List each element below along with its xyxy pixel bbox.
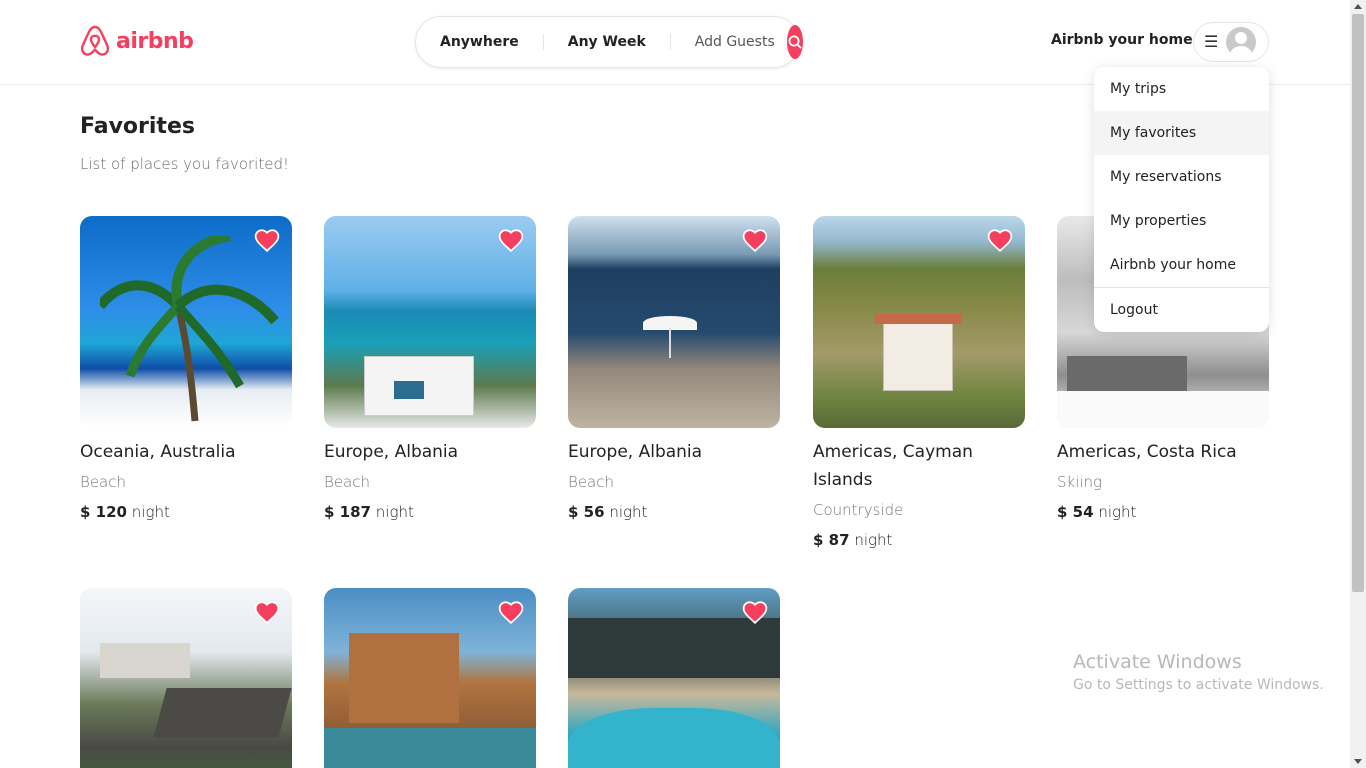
- price-value: $ 56: [568, 503, 605, 521]
- listing-image[interactable]: [324, 216, 536, 428]
- favorite-heart-icon[interactable]: [254, 228, 280, 252]
- listing-price: $ 56 night: [568, 500, 780, 524]
- logo-text: airbnb: [116, 28, 194, 54]
- price-value: $ 187: [324, 503, 371, 521]
- favorite-heart-icon[interactable]: [254, 600, 280, 624]
- listing-category: Beach: [568, 473, 614, 491]
- user-dropdown-menu: My trips My favorites My reservations My…: [1094, 67, 1269, 332]
- logo[interactable]: airbnb: [80, 25, 194, 57]
- menu-item-logout[interactable]: Logout: [1094, 288, 1269, 332]
- favorite-heart-icon[interactable]: [987, 228, 1013, 252]
- listing-card[interactable]: Europe, Albania Beach $ 56 night: [568, 216, 780, 524]
- house-roof: [875, 314, 961, 324]
- menu-item-my-properties[interactable]: My properties: [1094, 199, 1269, 243]
- favorite-heart-icon[interactable]: [742, 228, 768, 252]
- listing-card[interactable]: Americas, Cayman Islands Countryside $ 8…: [813, 216, 1025, 552]
- listing-image[interactable]: [80, 588, 292, 768]
- listing-card[interactable]: Europe, Albania Beach $ 187 night: [324, 216, 536, 524]
- scroll-down-icon[interactable]: [1354, 759, 1362, 764]
- price-unit: night: [854, 531, 893, 549]
- listing-image[interactable]: [568, 216, 780, 428]
- user-menu-button[interactable]: ☰: [1193, 22, 1269, 62]
- price-unit: night: [609, 503, 648, 521]
- pool-shape: [324, 728, 536, 768]
- house-shape: [883, 321, 953, 391]
- listing-location: Oceania, Australia: [80, 442, 236, 462]
- windows-activation-watermark: Activate Windows Go to Settings to activ…: [1073, 651, 1324, 693]
- listing-card[interactable]: [568, 588, 780, 768]
- price-value: $ 120: [80, 503, 127, 521]
- listing-image[interactable]: [80, 216, 292, 428]
- menu-item-my-reservations[interactable]: My reservations: [1094, 155, 1269, 199]
- listing-location: Europe, Albania: [568, 442, 703, 462]
- villa-glass-shape: [568, 618, 780, 678]
- listing-price: $ 87 night: [813, 528, 1025, 552]
- search-dates[interactable]: Any Week: [542, 34, 671, 50]
- page-title: Favorites: [80, 114, 195, 139]
- castle-shape: [100, 643, 190, 678]
- listing-price: $ 54 night: [1057, 500, 1269, 524]
- listing-price: $ 120 night: [80, 500, 292, 524]
- watermark-subtitle: Go to Settings to activate Windows.: [1073, 677, 1324, 693]
- listing-image[interactable]: [813, 216, 1025, 428]
- palm-tree-illustration: [100, 236, 279, 422]
- listing-card[interactable]: [80, 588, 292, 768]
- cabin-shape: [1067, 356, 1187, 396]
- listing-category: Countryside: [813, 501, 904, 519]
- menu-item-my-favorites[interactable]: My favorites: [1094, 111, 1269, 155]
- listing-location: Americas, Costa Rica: [1057, 442, 1237, 462]
- listing-image[interactable]: [324, 588, 536, 768]
- listing-category: Beach: [80, 473, 126, 491]
- listing-price: $ 187 night: [324, 500, 536, 524]
- menu-icon: ☰: [1204, 32, 1219, 51]
- chalet-roof: [153, 688, 292, 738]
- listing-category: Skiing: [1057, 473, 1103, 491]
- favorite-heart-icon[interactable]: [742, 600, 768, 624]
- search-button[interactable]: [786, 25, 803, 59]
- search-bar[interactable]: Anywhere Any Week Add Guests: [415, 16, 803, 68]
- airbnb-logo-icon: [80, 25, 110, 56]
- page-subtitle: List of places you favorited!: [80, 155, 289, 173]
- vertical-scrollbar[interactable]: [1350, 0, 1366, 768]
- search-location[interactable]: Anywhere: [416, 34, 543, 50]
- listing-category: Beach: [324, 473, 370, 491]
- listing-location: Americas, Cayman Islands: [813, 442, 973, 490]
- avatar: [1226, 27, 1257, 57]
- listing-card[interactable]: [324, 588, 536, 768]
- snow-ground: [1057, 391, 1269, 428]
- price-unit: night: [375, 503, 414, 521]
- watermark-title: Activate Windows: [1073, 651, 1242, 673]
- price-unit: night: [131, 503, 170, 521]
- villa-window: [394, 381, 424, 399]
- stone-villa-shape: [349, 633, 459, 723]
- price-value: $ 87: [813, 531, 850, 549]
- search-icon: [788, 35, 802, 49]
- listing-location: Europe, Albania: [324, 442, 459, 462]
- scroll-up-icon[interactable]: [1354, 4, 1362, 9]
- price-value: $ 54: [1057, 503, 1094, 521]
- menu-item-my-trips[interactable]: My trips: [1094, 67, 1269, 111]
- scrollbar-thumb[interactable]: [1352, 14, 1364, 592]
- airbnb-your-home-link[interactable]: Airbnb your home: [1051, 32, 1193, 48]
- price-unit: night: [1098, 503, 1137, 521]
- search-guests[interactable]: Add Guests: [671, 34, 787, 50]
- listing-card[interactable]: Oceania, Australia Beach $ 120 night: [80, 216, 292, 524]
- listing-image[interactable]: [568, 588, 780, 768]
- menu-item-airbnb-your-home[interactable]: Airbnb your home: [1094, 243, 1269, 287]
- favorite-heart-icon[interactable]: [498, 600, 524, 624]
- favorite-heart-icon[interactable]: [498, 228, 524, 252]
- umbrella-pole: [669, 328, 671, 358]
- pool-shape: [568, 708, 780, 768]
